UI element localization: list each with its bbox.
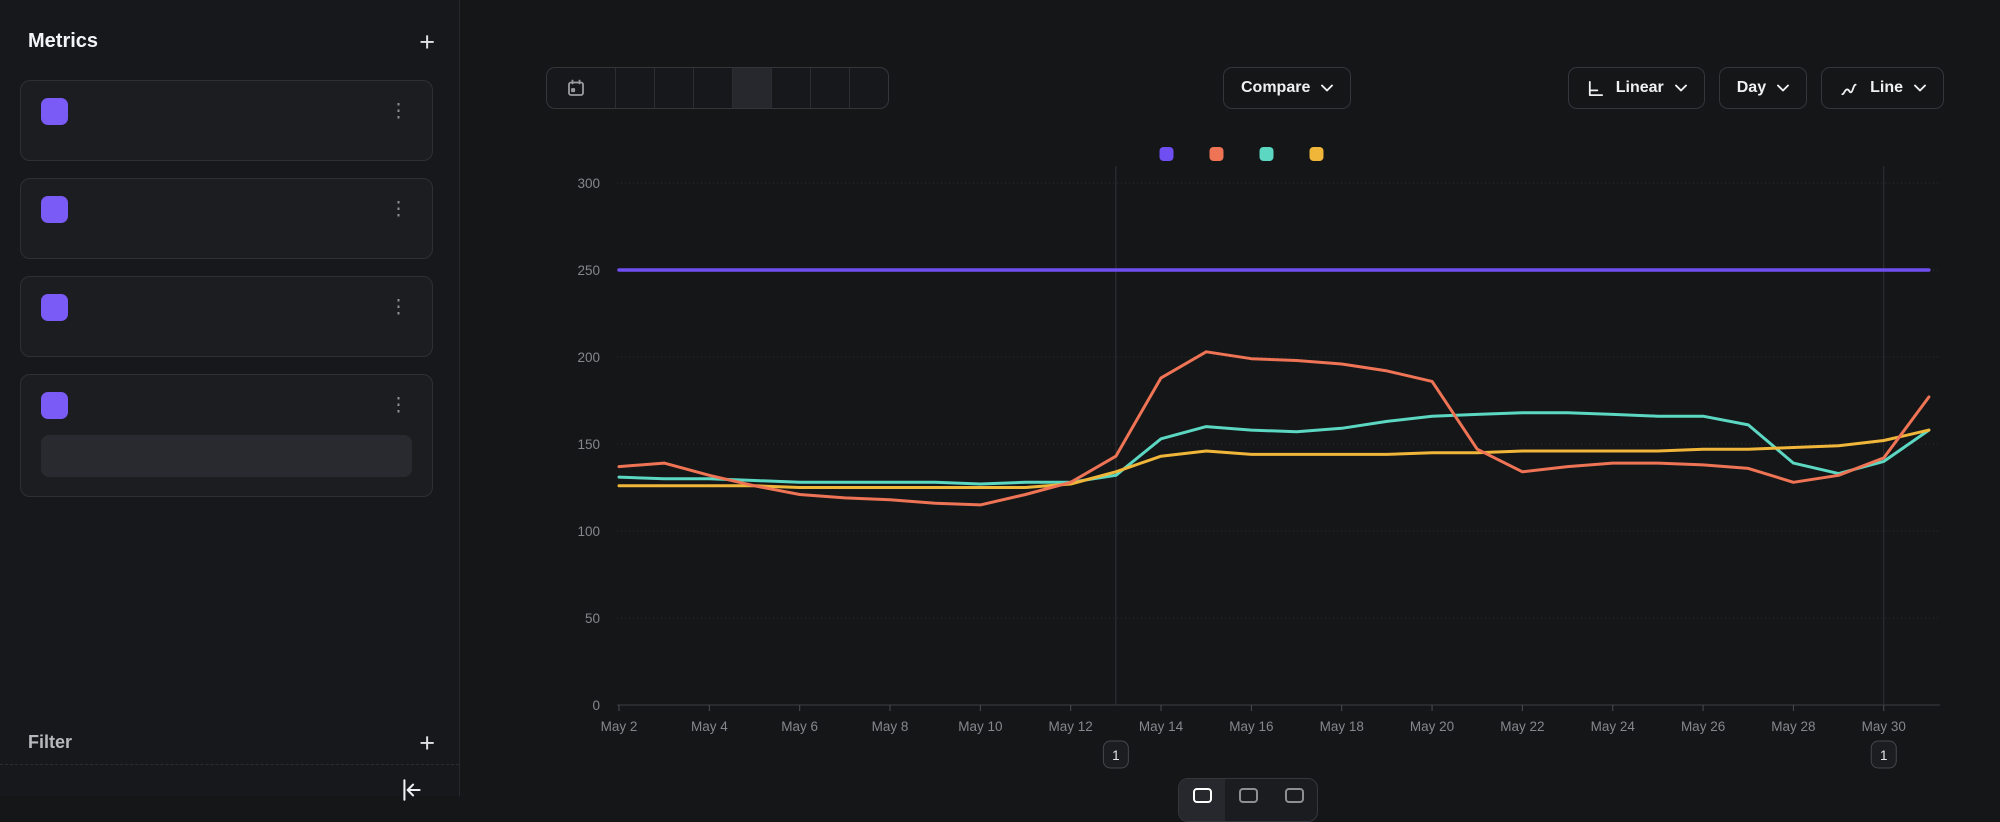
x-axis-tick-label: May 10 xyxy=(958,719,1002,734)
y-axis-tick-label: 200 xyxy=(577,350,600,365)
linear-scale-icon xyxy=(1586,79,1605,98)
compare-label: Compare xyxy=(1241,79,1310,97)
metric-card-list: ⋮ ⋮ ⋮ ⋮ xyxy=(20,80,433,497)
interval-button[interactable]: Day xyxy=(1719,67,1807,109)
collapse-sidebar-icon[interactable] xyxy=(399,777,425,808)
y-axis-tick-label: 50 xyxy=(585,611,600,626)
x-axis-tick-label: May 30 xyxy=(1862,719,1906,734)
x-axis-tick-label: May 12 xyxy=(1049,719,1093,734)
compare-button[interactable]: Compare xyxy=(1223,67,1351,109)
range-custom[interactable] xyxy=(547,68,616,108)
y-axis-tick-label: 250 xyxy=(577,263,600,278)
range-7d[interactable] xyxy=(694,68,733,108)
annotation-badge[interactable] xyxy=(1871,741,1896,768)
chevron-down-icon xyxy=(1675,84,1687,92)
metric-card-head: ⋮ xyxy=(41,196,412,223)
x-axis-tick-label: May 16 xyxy=(1229,719,1273,734)
metric-card-b[interactable]: ⋮ xyxy=(20,178,433,259)
y-axis-tick-label: 100 xyxy=(577,524,600,539)
range-30d[interactable] xyxy=(733,68,772,108)
legend-item[interactable] xyxy=(1160,147,1183,161)
chevron-down-icon xyxy=(1777,84,1789,92)
card-view-button[interactable] xyxy=(1271,779,1317,821)
add-metric-icon[interactable]: + xyxy=(419,32,435,52)
metric-card-head: ⋮ xyxy=(41,392,412,419)
sidebar-header: Metrics + xyxy=(28,30,435,53)
calendar-icon xyxy=(566,78,586,98)
chevron-down-icon xyxy=(1914,84,1926,92)
kebab-menu-icon[interactable]: ⋮ xyxy=(385,201,412,219)
range-yesterday[interactable] xyxy=(655,68,694,108)
x-axis-tick-label: May 8 xyxy=(872,719,909,734)
metrics-dashboard: { "sidebar": { "title": "Metrics", "add_… xyxy=(0,0,2000,796)
legend-swatch xyxy=(1260,147,1274,161)
scale-button[interactable]: Linear xyxy=(1568,67,1705,109)
legend-swatch xyxy=(1160,147,1174,161)
x-axis-tick-label: May 6 xyxy=(781,719,818,734)
y-axis-tick-label: 150 xyxy=(577,437,600,452)
range-3m[interactable] xyxy=(772,68,811,108)
series-line-b xyxy=(619,413,1929,484)
metrics-sidebar: Metrics + ⋮ ⋮ ⋮ ⋮ Filter + xyxy=(0,0,460,796)
scale-label: Linear xyxy=(1616,79,1664,97)
series-line-a xyxy=(619,352,1929,505)
chart-legend xyxy=(1160,147,1333,161)
x-axis-tick-label: May 20 xyxy=(1410,719,1454,734)
x-axis-tick-label: May 22 xyxy=(1500,719,1544,734)
interval-label: Day xyxy=(1737,79,1766,97)
y-axis-tick-label: 300 xyxy=(577,176,600,191)
annotation-badge[interactable] xyxy=(1103,741,1128,768)
kebab-menu-icon[interactable]: ⋮ xyxy=(385,299,412,317)
sidebar-title: Metrics xyxy=(28,30,98,53)
chart-controls: Linear Day Line xyxy=(1568,67,1944,109)
x-axis-tick-label: May 28 xyxy=(1771,719,1815,734)
chevron-down-icon xyxy=(1321,84,1333,92)
x-axis-tick-label: May 18 xyxy=(1320,719,1364,734)
kebab-menu-icon[interactable]: ⋮ xyxy=(385,397,412,415)
legend-item[interactable] xyxy=(1260,147,1283,161)
legend-swatch xyxy=(1310,147,1324,161)
x-axis-tick-label: May 4 xyxy=(691,719,728,734)
target-value-input[interactable] xyxy=(41,435,412,477)
metric-card-c[interactable]: ⋮ xyxy=(20,276,433,357)
display-mode-toggle xyxy=(1178,778,1318,822)
range-6m[interactable] xyxy=(811,68,850,108)
metric-card-d[interactable]: ⋮ xyxy=(20,374,433,497)
annotation-badge-label: 1 xyxy=(1112,748,1120,763)
metric-badge xyxy=(41,196,68,223)
y-axis-tick-label: 0 xyxy=(592,698,600,713)
line-chart-icon xyxy=(1839,79,1859,98)
metric-badge xyxy=(41,294,68,321)
range-12m[interactable] xyxy=(850,68,888,108)
sidebar-divider xyxy=(0,764,459,765)
filter-section: Filter + xyxy=(28,732,435,753)
metric-badge xyxy=(41,98,68,125)
chart-type-button[interactable]: Line xyxy=(1821,67,1944,109)
annotation-badge-label: 1 xyxy=(1880,748,1888,763)
chart-view-button[interactable] xyxy=(1179,779,1225,821)
metric-badge xyxy=(41,392,68,419)
range-today[interactable] xyxy=(616,68,655,108)
x-axis-tick-label: May 2 xyxy=(601,719,638,734)
x-axis-tick-label: May 26 xyxy=(1681,719,1725,734)
series-line-c xyxy=(619,430,1929,487)
metric-card-a[interactable]: ⋮ xyxy=(20,80,433,161)
x-axis-tick-label: May 14 xyxy=(1139,719,1184,734)
legend-swatch xyxy=(1210,147,1224,161)
legend-item[interactable] xyxy=(1310,147,1333,161)
table-view-button[interactable] xyxy=(1225,779,1271,821)
chart-type-label: Line xyxy=(1870,79,1903,97)
add-filter-icon[interactable]: + xyxy=(419,733,435,753)
metric-card-head: ⋮ xyxy=(41,294,412,321)
kebab-menu-icon[interactable]: ⋮ xyxy=(385,103,412,121)
date-range-segmented-control xyxy=(546,67,889,109)
metric-card-head: ⋮ xyxy=(41,98,412,125)
legend-item[interactable] xyxy=(1210,147,1233,161)
filter-label: Filter xyxy=(28,732,72,753)
x-axis-tick-label: May 24 xyxy=(1591,719,1636,734)
